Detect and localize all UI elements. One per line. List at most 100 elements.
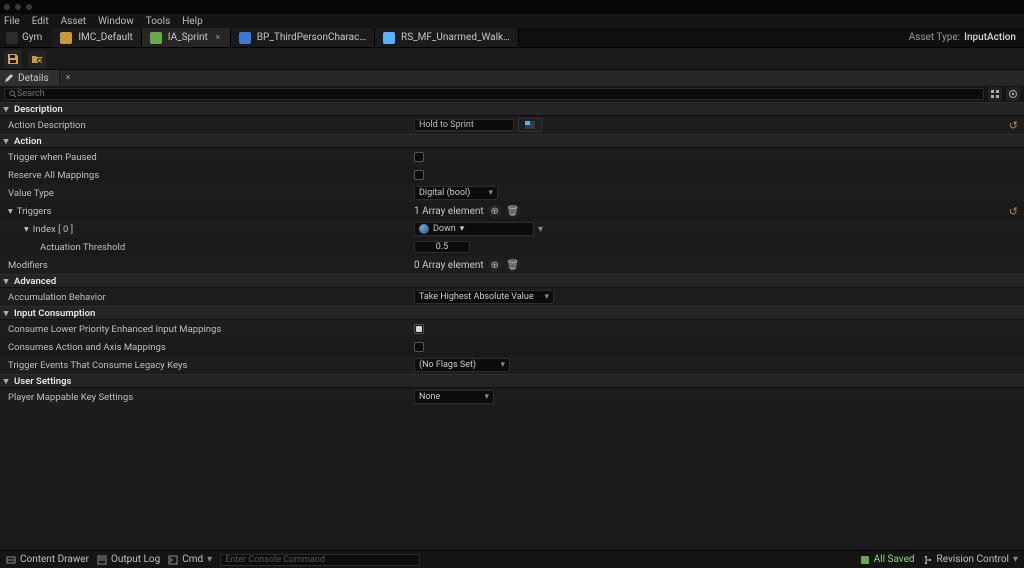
consume-lower-priority-checkbox[interactable] (414, 324, 424, 334)
category-label: Input Consumption (14, 308, 95, 319)
drawer-icon (6, 555, 16, 565)
window-min-dot[interactable] (15, 4, 21, 10)
menu-edit[interactable]: Edit (32, 16, 49, 27)
document-tabstrip: Gym IMC_Default IA_Sprint × BP_ThirdPers… (0, 28, 1024, 48)
chevron-down-icon: ▾ (207, 554, 212, 565)
details-panel-header: Details × (0, 70, 1024, 86)
window-max-dot[interactable] (26, 4, 32, 10)
chevron-down-icon: ▾ (2, 277, 10, 285)
menu-file[interactable]: File (4, 16, 20, 27)
trigger-index-0[interactable]: ▾ Index [ 0 ] (0, 224, 412, 235)
category-label: User Settings (14, 376, 71, 387)
cmd-dropdown[interactable]: Cmd ▾ (168, 554, 212, 565)
prop-legacy-consume-events-label: Trigger Events That Consume Legacy Keys (0, 360, 412, 371)
menu-tools[interactable]: Tools (146, 16, 170, 27)
array-add-button[interactable]: ⊕ (488, 204, 502, 218)
reset-to-default-icon[interactable]: ↺ (1009, 119, 1018, 132)
menu-window[interactable]: Window (98, 16, 134, 27)
window-close-dot[interactable] (4, 4, 10, 10)
category-label: Description (14, 104, 63, 115)
array-add-button[interactable]: ⊕ (488, 258, 502, 272)
gear-icon (1008, 89, 1018, 99)
prop-value-type-label: Value Type (0, 188, 412, 199)
chevron-down-icon: ▾ (544, 292, 549, 302)
project-logo-icon (6, 32, 18, 44)
asset-icon (383, 32, 395, 44)
close-icon[interactable]: × (60, 73, 77, 83)
floppy-icon (7, 53, 19, 65)
project-name: Gym (22, 32, 42, 43)
action-description-field[interactable]: Hold to Sprint (414, 119, 514, 131)
category-advanced[interactable]: ▾ Advanced (0, 274, 1024, 288)
trigger-type-icon (419, 224, 429, 234)
revision-control-button[interactable]: Revision Control ▾ (923, 554, 1018, 565)
details-search-row (0, 86, 1024, 102)
category-label: Action (14, 136, 42, 147)
category-input-consumption[interactable]: ▾ Input Consumption (0, 306, 1024, 320)
prop-consume-lower-priority-label: Consume Lower Priority Enhanced Input Ma… (0, 324, 412, 335)
search-input-wrapper[interactable] (4, 88, 984, 100)
folder-search-icon (31, 53, 43, 65)
details-tab[interactable]: Details (0, 70, 60, 86)
tab-imc-default[interactable]: IMC_Default (52, 28, 141, 47)
terminal-icon (168, 555, 178, 565)
prop-modifiers-label[interactable]: Modifiers (0, 260, 412, 271)
tab-rs-mf-unarmed[interactable]: RS_MF_Unarmed_Walk… (375, 28, 519, 47)
reserve-all-mappings-checkbox[interactable] (414, 170, 424, 180)
chevron-down-icon: ▾ (488, 188, 493, 198)
asset-toolbar (0, 48, 1024, 70)
chevron-down-icon: ▾ (500, 360, 505, 370)
trigger-type-dropdown[interactable]: Down ▾ (414, 222, 534, 236)
category-description[interactable]: ▾ Description (0, 102, 1024, 116)
prop-action-description-label: Action Description (0, 120, 412, 131)
tab-label: IA_Sprint (168, 32, 208, 43)
consumes-legacy-checkbox[interactable] (414, 342, 424, 352)
reset-to-default-icon[interactable]: ↺ (1009, 205, 1018, 218)
prop-player-mappable-label: Player Mappable Key Settings (0, 392, 412, 403)
check-floppy-icon (860, 555, 870, 565)
category-label: Advanced (14, 276, 56, 287)
modifiers-array-summary: 0 Array element (414, 260, 484, 271)
category-action[interactable]: ▾ Action (0, 134, 1024, 148)
console-command-input[interactable]: Enter Console Command (220, 554, 420, 566)
settings-button[interactable] (1006, 87, 1020, 101)
prop-consumes-legacy-label: Consumes Action and Axis Mappings (0, 342, 412, 353)
prop-triggers-label[interactable]: ▾ Triggers (0, 206, 412, 217)
search-input[interactable] (17, 89, 979, 99)
player-mappable-dropdown[interactable]: None▾ (414, 390, 494, 404)
menu-help[interactable]: Help (182, 16, 202, 27)
property-matrix-button[interactable] (988, 87, 1002, 101)
tab-bp-thirdperson[interactable]: BP_ThirdPersonCharac… (231, 28, 375, 47)
chevron-down-icon[interactable]: ▾ (538, 224, 543, 235)
grid-icon (990, 89, 1000, 99)
tab-ia-sprint[interactable]: IA_Sprint × (142, 28, 231, 47)
save-button[interactable] (4, 50, 22, 68)
actuation-threshold-input[interactable]: 0.5 (414, 241, 470, 253)
window-controls (0, 0, 1024, 14)
asset-icon (239, 32, 251, 44)
category-user-settings[interactable]: ▾ User Settings (0, 374, 1024, 388)
asset-icon (150, 32, 162, 44)
legacy-consume-events-dropdown[interactable]: (No Flags Set)▾ (414, 358, 510, 372)
chevron-down-icon: ▾ (1013, 554, 1018, 565)
output-log-button[interactable]: Output Log (97, 554, 160, 565)
asset-icon (60, 32, 72, 44)
details-tab-label: Details (18, 73, 49, 84)
value-type-dropdown[interactable]: Digital (bool)▾ (414, 186, 498, 200)
chevron-down-icon: ▾ (24, 224, 29, 235)
asset-type-indicator: Asset Type: InputAction (909, 28, 1024, 47)
trigger-when-paused-checkbox[interactable] (414, 152, 424, 162)
property-grid: ▾ Description Action Description Hold to… (0, 102, 1024, 568)
browse-button[interactable] (28, 50, 46, 68)
save-state-indicator[interactable]: All Saved (860, 554, 915, 565)
array-clear-button[interactable]: 🗑 (506, 204, 520, 218)
pencil-icon (4, 73, 14, 83)
array-clear-button[interactable]: 🗑 (506, 258, 520, 272)
menu-asset[interactable]: Asset (61, 16, 86, 27)
project-tab[interactable]: Gym (0, 28, 52, 47)
prop-accumulation-behavior-label: Accumulation Behavior (0, 292, 412, 303)
close-icon[interactable]: × (214, 34, 222, 42)
content-drawer-button[interactable]: Content Drawer (6, 554, 89, 565)
localize-button[interactable] (518, 118, 542, 132)
accumulation-behavior-dropdown[interactable]: Take Highest Absolute Value▾ (414, 290, 554, 304)
